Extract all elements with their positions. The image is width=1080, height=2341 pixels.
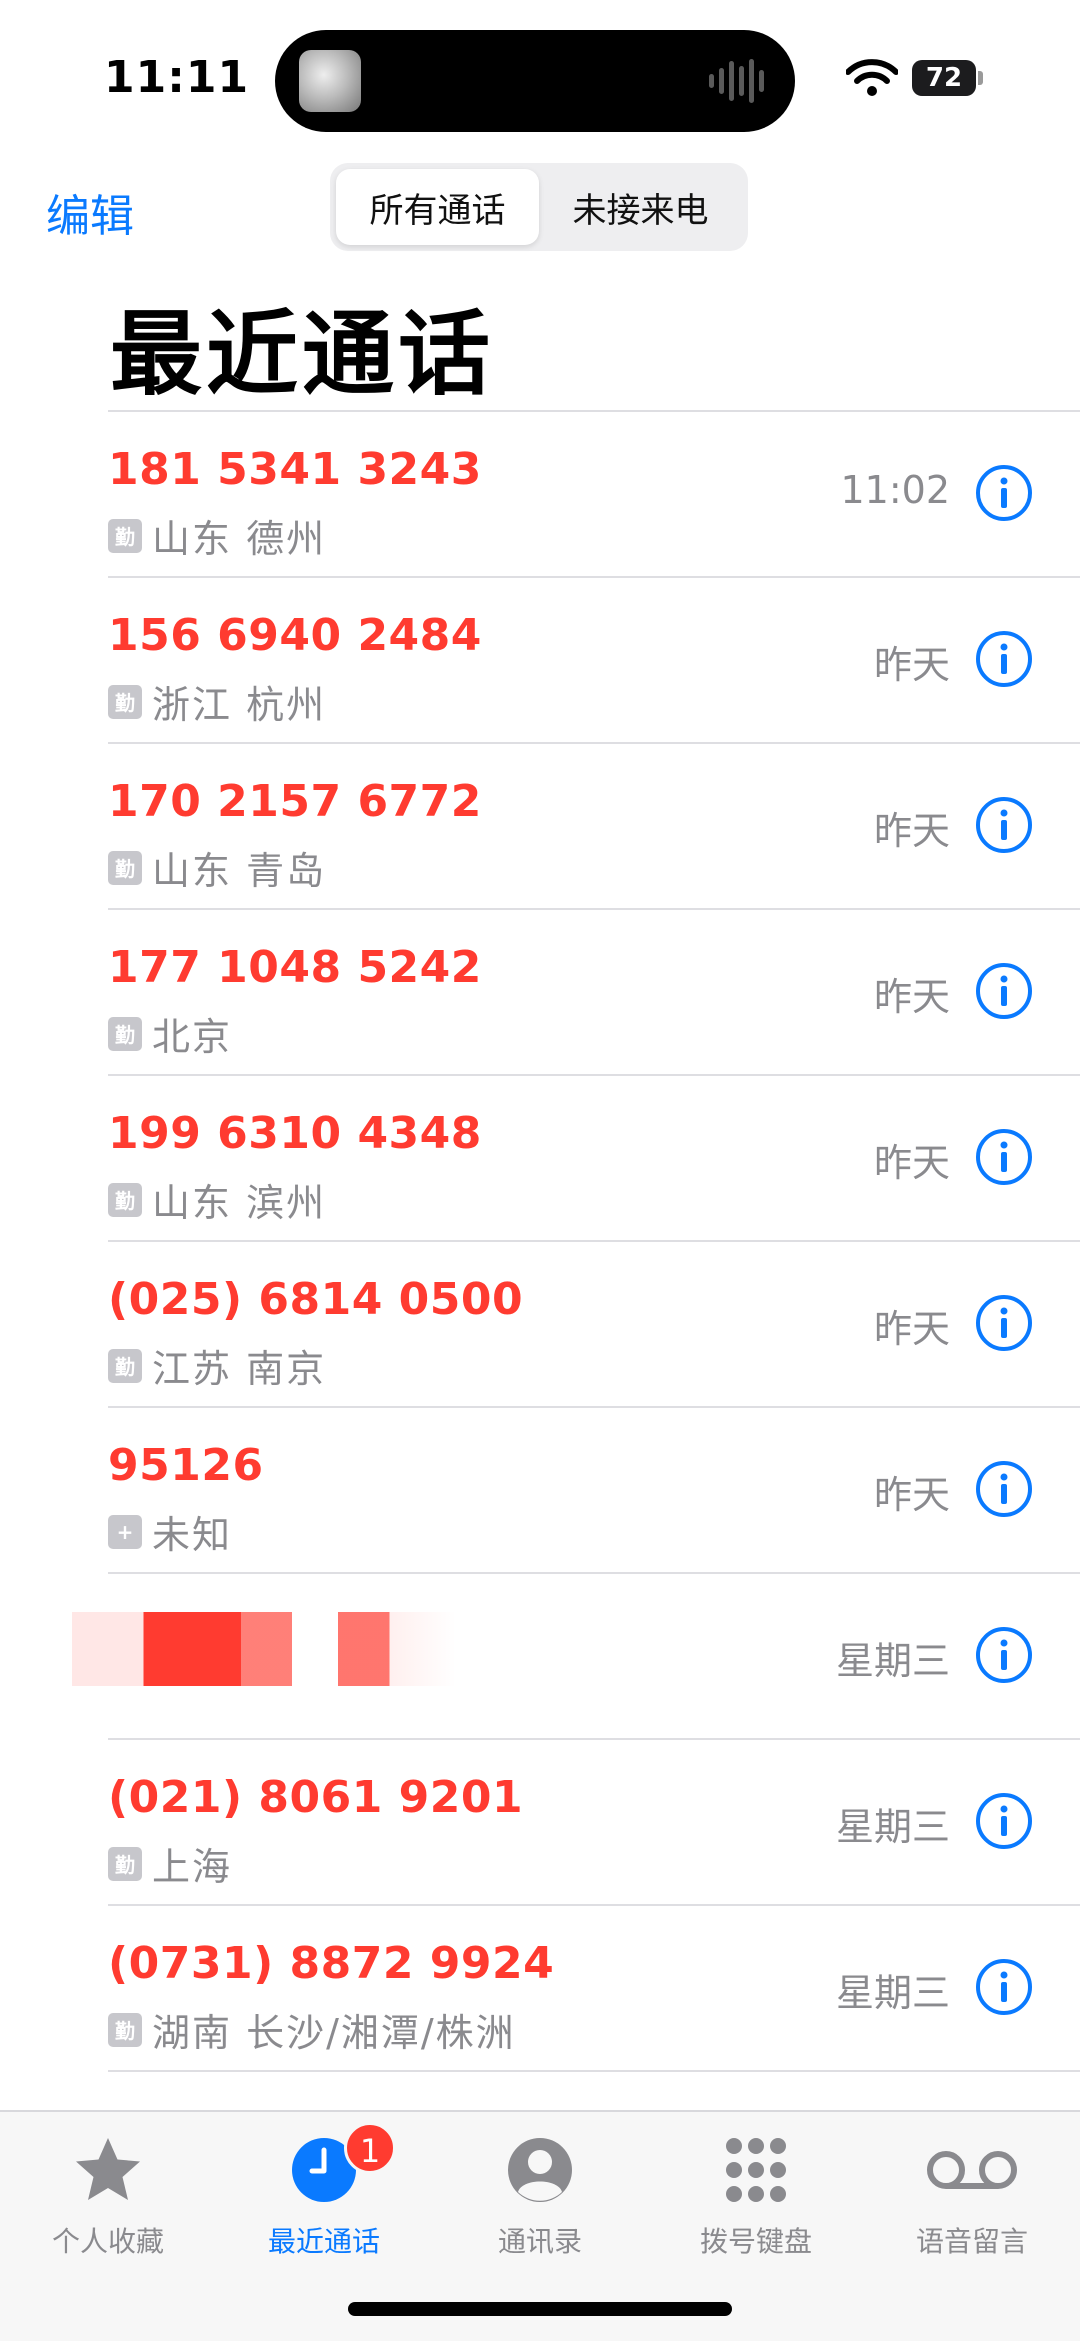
person-circle-icon <box>508 2138 572 2202</box>
edit-button[interactable]: 编辑 <box>46 180 134 244</box>
wifi-icon <box>846 59 898 96</box>
call-number: (025) 6814 0500 <box>108 1274 524 1325</box>
tab-label: 最近通话 <box>267 2225 380 2258</box>
work-tag-icon: 勤 <box>108 850 142 885</box>
call-time: 昨天 <box>873 809 950 853</box>
status-time: 11:11 <box>104 52 250 103</box>
call-location: 上海 <box>152 1845 233 1889</box>
work-tag-icon: 勤 <box>108 2012 142 2047</box>
tab-label: 通讯录 <box>497 2225 582 2258</box>
info-icon[interactable] <box>974 795 1034 855</box>
segment-missed-calls[interactable]: 未接来电 <box>539 169 742 245</box>
work-tag-icon: 勤 <box>108 1016 142 1051</box>
tab-contacts[interactable]: 通讯录 <box>432 2126 648 2286</box>
call-location: 未知 <box>152 1513 233 1557</box>
call-meta: 勤 山东 青岛 <box>108 840 326 895</box>
battery-indicator: 72 <box>912 60 976 96</box>
star-icon <box>76 2138 140 2200</box>
call-number: 177 1048 5242 <box>108 942 482 993</box>
tab-label: 拨号键盘 <box>699 2225 812 2258</box>
recents-badge: 1 <box>344 2122 396 2174</box>
call-meta: 勤 浙江 杭州 <box>108 674 326 729</box>
tab-keypad[interactable]: 拨号键盘 <box>648 2126 864 2286</box>
redacted-contact-name <box>72 1612 584 1686</box>
call-row[interactable]: 95126 + 未知 昨天 <box>108 1406 1080 1572</box>
call-location: 湖南 长沙/湘潭/株洲 <box>152 2011 516 2055</box>
work-tag-icon: 勤 <box>108 1348 142 1383</box>
call-location: 山东 青岛 <box>152 849 327 893</box>
info-icon[interactable] <box>974 463 1034 523</box>
info-icon[interactable] <box>974 1791 1034 1851</box>
info-icon[interactable] <box>974 1459 1034 1519</box>
work-tag-icon: 勤 <box>108 1182 142 1217</box>
call-meta: 勤 山东 滨州 <box>108 1172 326 1227</box>
call-meta: 勤 山东 德州 <box>108 508 326 563</box>
call-row[interactable]: (021) 8061 9201 勤 上海 星期三 <box>108 1738 1080 1904</box>
info-icon[interactable] <box>974 1957 1034 2017</box>
battery-cap <box>978 71 983 85</box>
info-icon[interactable] <box>974 961 1034 1021</box>
call-number: 199 6310 4348 <box>108 1108 482 1159</box>
call-row[interactable]: 199 6310 4348 勤 山东 滨州 昨天 <box>108 1074 1080 1240</box>
call-number: (021) 8061 9201 <box>108 1772 524 1823</box>
call-number: 170 2157 6772 <box>108 776 482 827</box>
info-icon[interactable] <box>974 1127 1034 1187</box>
info-icon[interactable] <box>974 629 1034 689</box>
work-tag-icon: 勤 <box>108 684 142 719</box>
voicemail-icon <box>927 2151 1017 2189</box>
call-time: 昨天 <box>873 643 950 687</box>
audio-waveform-icon <box>709 56 769 106</box>
call-meta: 勤 北京 <box>108 1006 232 1061</box>
call-number: (0731) 8872 9924 <box>108 1938 555 1989</box>
call-row-redacted[interactable]: 星期三 <box>72 1572 1080 1738</box>
tab-favorites[interactable]: 个人收藏 <box>0 2126 216 2286</box>
call-location: 江苏 南京 <box>152 1347 327 1391</box>
page-title: 最近通话 <box>110 301 495 408</box>
call-time: 星期三 <box>835 1805 950 1849</box>
call-number: 181 5341 3243 <box>108 444 482 495</box>
tab-voicemail[interactable]: 语音留言 <box>864 2126 1080 2286</box>
call-row[interactable]: (0731) 8872 9924 勤 湖南 长沙/湘潭/株洲 星期三 <box>108 1904 1080 2070</box>
call-meta: 勤 上海 <box>108 1836 232 1891</box>
info-icon[interactable] <box>974 1625 1034 1685</box>
call-number: 156 6940 2484 <box>108 610 482 661</box>
call-time: 星期三 <box>835 1971 950 2015</box>
call-location: 山东 滨州 <box>152 1181 327 1225</box>
call-row-partial[interactable] <box>108 2070 1080 2110</box>
call-row[interactable]: 156 6940 2484 勤 浙江 杭州 昨天 <box>108 576 1080 742</box>
keypad-icon <box>726 2138 786 2202</box>
call-meta: 勤 湖南 长沙/湘潭/株洲 <box>108 2002 516 2057</box>
unknown-tag-icon: + <box>108 1514 142 1549</box>
call-row[interactable]: 170 2157 6772 勤 山东 青岛 昨天 <box>108 742 1080 908</box>
call-filter-segmented-control: 所有通话 未接来电 <box>330 163 748 251</box>
call-row[interactable]: 177 1048 5242 勤 北京 昨天 <box>108 908 1080 1074</box>
call-row[interactable]: (025) 6814 0500 勤 江苏 南京 昨天 <box>108 1240 1080 1406</box>
now-playing-artwork <box>299 50 361 112</box>
work-tag-icon: 勤 <box>108 518 142 553</box>
home-indicator[interactable] <box>348 2302 732 2316</box>
call-time: 11:02 <box>840 468 950 512</box>
call-time: 昨天 <box>873 975 950 1019</box>
call-location: 山东 德州 <box>152 517 327 561</box>
work-tag-icon: 勤 <box>108 1846 142 1881</box>
segment-all-calls[interactable]: 所有通话 <box>336 169 539 245</box>
status-bar: 11:11 72 <box>0 0 1080 150</box>
call-time: 星期三 <box>835 1639 950 1683</box>
call-time: 昨天 <box>873 1141 950 1185</box>
call-meta: + 未知 <box>108 1504 232 1559</box>
call-time: 昨天 <box>873 1473 950 1517</box>
info-icon[interactable] <box>974 1293 1034 1353</box>
recent-calls-list: 181 5341 3243 勤 山东 德州 11:02 156 6940 248… <box>0 410 1080 2110</box>
tab-label: 个人收藏 <box>51 2225 164 2258</box>
call-number: 95126 <box>108 1440 264 1491</box>
call-location: 北京 <box>152 1015 233 1059</box>
call-meta: 勤 江苏 南京 <box>108 1338 326 1393</box>
call-location: 浙江 杭州 <box>152 683 327 727</box>
tab-label: 语音留言 <box>915 2225 1028 2258</box>
tab-recents[interactable]: 1 最近通话 <box>216 2122 432 2286</box>
call-time: 昨天 <box>873 1307 950 1351</box>
call-row[interactable]: 181 5341 3243 勤 山东 德州 11:02 <box>108 410 1080 576</box>
dynamic-island[interactable] <box>275 30 795 132</box>
